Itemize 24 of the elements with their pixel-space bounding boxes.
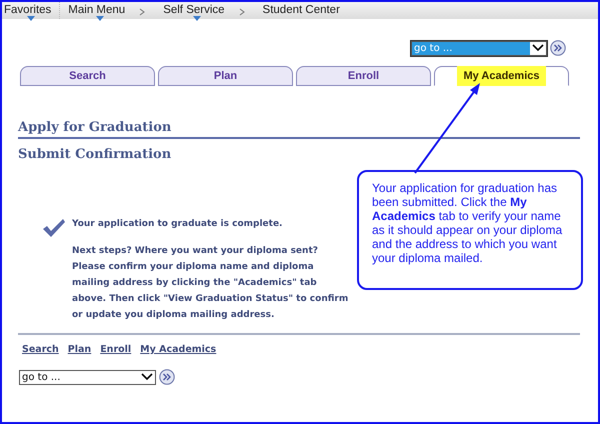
checkmark-icon xyxy=(42,218,66,238)
breadcrumb-link[interactable]: Self Service xyxy=(163,4,225,17)
breadcrumb-link[interactable]: Favorites xyxy=(4,4,52,17)
go-button[interactable] xyxy=(550,40,566,56)
page-title: Apply for Graduation xyxy=(18,120,580,139)
callout-note: Your application for graduation has been submitted. Click the My Academics tab to verify your name as it should appear on your diploma and the address to which you want your diploma mailed. xyxy=(357,170,583,290)
highlighted-tab-label: My Academics xyxy=(457,66,546,86)
breadcrumb-link[interactable]: Main Menu xyxy=(68,4,126,17)
next-steps-text: Next steps? Where you want your diploma sent? Please confirm your diploma name and diploma mailing address by clicking the "Academics" tab above. Then click "View Graduation Status" to confirm or update you diploma mailing address. xyxy=(72,245,350,322)
page-link[interactable]: My Academics xyxy=(140,344,216,355)
chevron-down-icon xyxy=(532,44,544,52)
chevron-down-icon xyxy=(141,373,153,381)
confirmation-message: Your application to graduate is complete. xyxy=(72,218,282,231)
tab[interactable]: Enroll xyxy=(296,66,431,86)
breadcrumb-link[interactable]: Student Center xyxy=(262,4,340,17)
page-subtitle: Submit Confirmation xyxy=(18,147,172,162)
go-button[interactable] xyxy=(159,369,175,385)
tab[interactable]: Search xyxy=(20,66,155,86)
page-link[interactable]: Plan xyxy=(68,344,92,355)
goto-dropdown[interactable]: go to ... xyxy=(19,370,156,384)
page-link[interactable]: Search xyxy=(22,344,59,355)
tab[interactable]: My Academics xyxy=(434,66,569,86)
page-link[interactable]: Enroll xyxy=(100,344,132,355)
tab[interactable]: Plan xyxy=(158,66,293,86)
